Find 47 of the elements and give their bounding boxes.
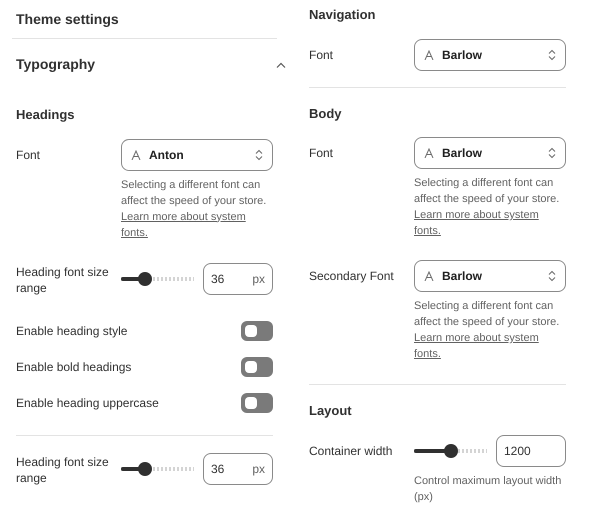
- field-label: Container width: [309, 442, 394, 458]
- panel-title: Theme settings: [15, 10, 119, 29]
- toggle-label: Enable heading style: [16, 322, 128, 340]
- up-down-chevron-icon: [548, 270, 556, 282]
- slider-track[interactable]: [121, 462, 194, 476]
- font-icon: [424, 50, 434, 60]
- font-icon: [131, 150, 141, 160]
- toggle-switch[interactable]: [241, 320, 273, 340]
- font-icon: [424, 271, 434, 281]
- field-label: Font: [309, 46, 334, 62]
- up-down-chevron-icon: [255, 148, 263, 160]
- toggle-label: Enable bold headings: [16, 358, 132, 376]
- learn-more-link[interactable]: Learn more about system fonts.: [414, 330, 566, 362]
- font-icon: [424, 148, 434, 158]
- number-field[interactable]: 1200: [496, 434, 566, 466]
- font-select[interactable]: Barlow: [414, 260, 566, 292]
- slider-thumb[interactable]: [138, 272, 152, 286]
- toggle-switch[interactable]: [241, 392, 273, 412]
- group-heading: Headings: [16, 106, 75, 124]
- unit-label: px: [252, 460, 265, 476]
- field-label: Heading font size range: [16, 454, 110, 486]
- help-text: Selecting a different font can affect the speed of your store.: [121, 178, 268, 208]
- group-heading: Body: [309, 104, 342, 123]
- slider-thumb[interactable]: [138, 462, 152, 476]
- slider-thumb[interactable]: [444, 444, 458, 458]
- font-select[interactable]: Anton: [121, 138, 273, 170]
- learn-more-link[interactable]: Learn more about system fonts.: [121, 208, 273, 240]
- unit-label: px: [252, 270, 265, 286]
- help-text: Control maximum layout width (px): [414, 474, 562, 504]
- group-heading: Navigation: [309, 6, 376, 24]
- field-label: Font: [16, 146, 42, 162]
- group-heading: Layout: [309, 402, 352, 420]
- help-text: Selecting a different font can affect the speed of your store.: [414, 299, 560, 330]
- field-label: Font: [309, 145, 334, 161]
- slider-track[interactable]: [121, 272, 194, 286]
- typography-header[interactable]: Typography: [12, 39, 290, 75]
- field-label: Secondary Font: [309, 268, 395, 284]
- help-text: Selecting a different font can affect the speed of your store.: [414, 176, 560, 207]
- field-label: Heading font size range: [16, 264, 110, 296]
- toggle-switch[interactable]: [241, 356, 273, 376]
- up-down-chevron-icon: [548, 147, 556, 159]
- font-select[interactable]: Barlow: [414, 137, 566, 169]
- up-down-chevron-icon: [548, 48, 556, 60]
- slider-track[interactable]: [414, 444, 487, 458]
- toggle-label: Enable heading uppercase: [16, 394, 159, 412]
- learn-more-link[interactable]: Learn more about system fonts.: [414, 207, 566, 239]
- font-select[interactable]: Barlow: [414, 38, 566, 70]
